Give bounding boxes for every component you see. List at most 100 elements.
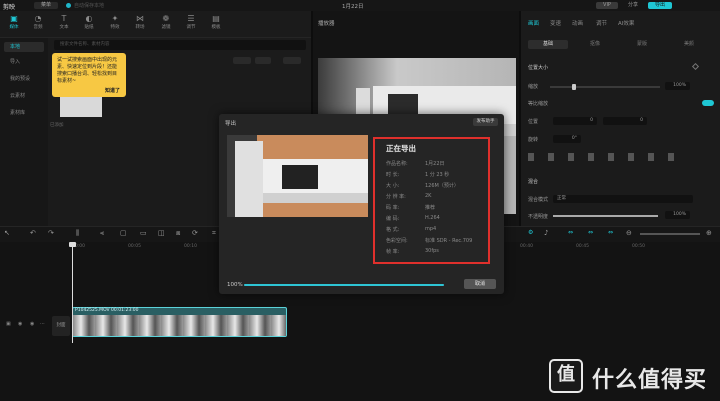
ruler-tick: 00:40 <box>520 244 533 249</box>
clip-label: P1042525.MOV 00:01:23:00 <box>75 308 139 313</box>
ruler-tick: 00:05 <box>128 244 141 249</box>
field-value: 2K <box>425 193 432 199</box>
export-preview-image <box>227 135 368 217</box>
scale-input[interactable]: 100% <box>665 82 690 90</box>
cover-button[interactable]: 封面 <box>52 316 70 336</box>
zoom-in-icon[interactable]: ⊕ <box>706 229 712 237</box>
subtab-mask[interactable]: 蒙版 <box>622 40 662 49</box>
publish-assistant-button[interactable]: 发布助手 <box>473 118 498 126</box>
mic-icon[interactable]: ♪ <box>544 229 548 237</box>
subtab-matting[interactable]: 抠像 <box>575 40 615 49</box>
field-value: mp4 <box>425 226 437 232</box>
uniform-scale-toggle[interactable] <box>702 100 714 106</box>
tool-media[interactable]: ▣ 媒体 <box>2 14 26 30</box>
track-more-icon[interactable]: ⋯ <box>40 321 45 327</box>
vip-button[interactable]: VIP <box>596 2 618 9</box>
rotate-icon[interactable]: ⟳ <box>192 229 198 237</box>
position-label: 位置 <box>528 119 539 125</box>
zoom-slider[interactable] <box>640 233 700 235</box>
tab-animation[interactable]: 动画 <box>572 19 583 27</box>
link-icon[interactable]: ⇔ <box>568 229 573 236</box>
export-button[interactable]: 导出 <box>648 2 672 9</box>
rotate-input[interactable]: 0° <box>553 135 581 143</box>
tool-transition[interactable]: ⋈ 转场 <box>128 14 152 30</box>
tool-effects[interactable]: ✦ 特效 <box>103 14 127 30</box>
undo-icon[interactable]: ↶ <box>30 229 36 237</box>
tool-text[interactable]: T 文本 <box>52 14 76 30</box>
freeze-icon[interactable]: ▭ <box>140 229 147 237</box>
snap-icon[interactable]: ⇔ <box>588 229 593 236</box>
view-toggle-button[interactable] <box>233 57 251 64</box>
tab-speed[interactable]: 变速 <box>550 19 561 27</box>
share-button[interactable]: 分享 <box>622 2 644 9</box>
subtab-basic[interactable]: 基础 <box>528 40 568 49</box>
reverse-icon[interactable]: ◫ <box>158 229 165 237</box>
scale-slider[interactable] <box>550 86 660 88</box>
tab-picture[interactable]: 画面 <box>528 19 539 27</box>
field-label: 分 辨 率: <box>386 194 406 200</box>
track-hide-icon[interactable]: ◉ <box>18 321 22 327</box>
opacity-input[interactable]: 100% <box>665 211 690 219</box>
media-thumbnail[interactable] <box>60 97 102 117</box>
field-value: 1 分 23 秒 <box>425 172 450 178</box>
opacity-slider[interactable] <box>553 215 658 217</box>
align-buttons[interactable] <box>528 153 688 161</box>
filter-button[interactable] <box>283 57 301 64</box>
field-label: 编 码: <box>386 216 400 222</box>
media-search-input[interactable]: 搜索文件名称、素材内容 <box>54 40 306 50</box>
field-value: 30fps <box>425 248 439 254</box>
export-preview <box>227 135 368 217</box>
crop-icon[interactable]: ⌗ <box>212 229 216 238</box>
track-lock-icon[interactable]: ▣ <box>6 321 11 327</box>
cancel-export-button[interactable]: 取消 <box>464 279 496 289</box>
scale-slider-knob[interactable] <box>572 84 576 90</box>
blend-mode-select[interactable]: 正常 <box>553 195 693 203</box>
nav-presets[interactable]: 我的预设 <box>4 74 44 84</box>
field-label: 格 式: <box>386 227 400 233</box>
preview-axis-icon[interactable]: ⇔ <box>608 229 613 236</box>
watermark-text: 什么值得买 <box>592 368 708 393</box>
field-value: 标准 SDR - Rec.709 <box>425 238 473 244</box>
app-logo: 剪映 <box>3 4 16 11</box>
tool-filter[interactable]: ❁ 滤镜 <box>154 14 178 30</box>
record-icon[interactable]: ⚙ <box>528 229 533 236</box>
field-value: 126M（预计） <box>425 183 459 189</box>
select-tool-icon[interactable]: ↖ <box>4 229 10 237</box>
blend-mode-label: 混合模式 <box>528 197 549 203</box>
field-value: H.264 <box>425 215 440 221</box>
zoom-out-icon[interactable]: ⊖ <box>626 229 632 237</box>
sort-button[interactable] <box>255 57 271 64</box>
subtab-beauty[interactable]: 美颜 <box>669 40 709 49</box>
export-status-heading: 正在导出 <box>386 144 416 153</box>
playhead[interactable] <box>72 243 73 343</box>
effects-icon: ✦ <box>111 14 119 23</box>
tab-adjust[interactable]: 调节 <box>596 19 607 27</box>
split-left-icon[interactable]: ⫷ <box>100 229 104 238</box>
field-label: 码 率: <box>386 205 400 211</box>
rotate-label: 旋转 <box>528 137 539 143</box>
save-status-icon <box>66 3 71 8</box>
tool-sticker[interactable]: ◐ 贴纸 <box>77 14 101 30</box>
track-mute-icon[interactable]: ◉ <box>30 321 34 327</box>
tip-ok-button[interactable]: 知道了 <box>105 87 120 94</box>
menu-button[interactable]: 菜单 <box>34 2 58 9</box>
delete-icon[interactable]: ▢ <box>120 229 127 237</box>
split-icon[interactable]: ⫼ <box>76 229 79 238</box>
tab-ai-effects[interactable]: AI效果 <box>618 19 634 27</box>
adjust-icon: ☰ <box>187 14 195 23</box>
nav-local[interactable]: 本地 <box>4 42 44 52</box>
mirror-icon[interactable]: ⧈ <box>176 229 180 238</box>
position-x-input[interactable]: 0 <box>553 117 597 125</box>
tool-template[interactable]: ▤ 模板 <box>204 14 228 30</box>
nav-cloud[interactable]: 云素材 <box>4 91 44 101</box>
position-y-input[interactable]: 0 <box>603 117 647 125</box>
playhead-handle[interactable] <box>69 242 76 247</box>
nav-import[interactable]: 导入 <box>4 57 44 67</box>
tool-adjust[interactable]: ☰ 调节 <box>179 14 203 30</box>
text-icon: T <box>61 14 67 23</box>
ruler-tick: 00:10 <box>184 244 197 249</box>
nav-library[interactable]: 素材库 <box>4 108 44 118</box>
watermark-logo: 值 <box>549 359 583 393</box>
redo-icon[interactable]: ↷ <box>48 229 54 237</box>
tool-audio[interactable]: ◔ 音频 <box>26 14 50 30</box>
